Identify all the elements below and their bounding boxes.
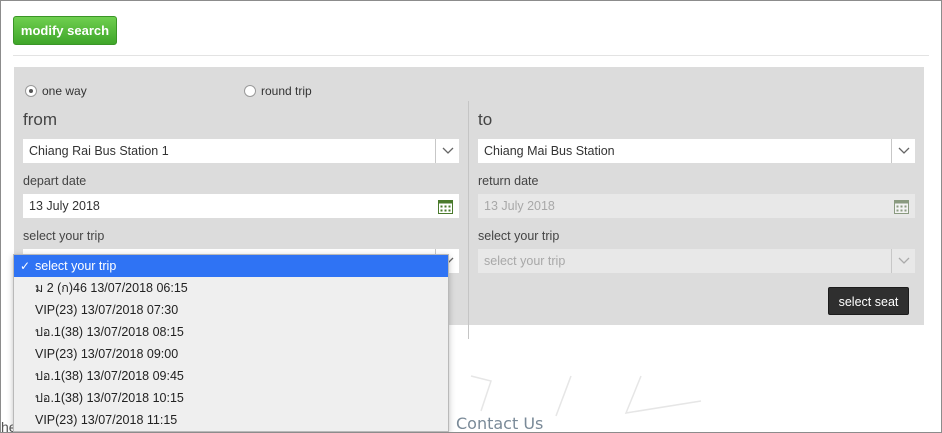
page-frame: modify search one way round trip from Ch… <box>0 0 942 433</box>
return-date-input[interactable]: 13 July 2018 <box>478 194 915 218</box>
radio-unchecked-icon[interactable] <box>244 85 256 97</box>
dropdown-option[interactable]: ปอ.1(38) 13/07/2018 10:15 <box>14 387 448 409</box>
column-divider <box>468 101 469 339</box>
option-label: VIP(23) 13/07/2018 11:15 <box>35 413 178 427</box>
dropdown-option[interactable]: ปอ.1(38) 13/07/2018 08:15 <box>14 321 448 343</box>
depart-date-value: 13 July 2018 <box>29 199 100 213</box>
from-trip-label: select your trip <box>23 229 105 243</box>
option-label: VIP(23) 13/07/2018 09:00 <box>35 347 179 361</box>
dropdown-option[interactable]: ✓ select your trip <box>14 255 448 277</box>
depart-date-input[interactable]: 13 July 2018 <box>23 194 459 218</box>
option-label: ม 2 (ก)46 13/07/2018 06:15 <box>35 281 188 295</box>
modify-search-button[interactable]: modify search <box>13 16 117 45</box>
chevron-down-icon[interactable] <box>891 249 915 273</box>
return-date-value: 13 July 2018 <box>484 199 555 213</box>
check-icon: ✓ <box>20 259 31 273</box>
from-title: from <box>23 110 57 129</box>
divider <box>13 55 929 56</box>
option-label: ปอ.1(38) 13/07/2018 09:45 <box>35 369 184 383</box>
calendar-icon[interactable] <box>894 198 909 214</box>
to-trip-placeholder: select your trip <box>484 254 566 268</box>
dropdown-option[interactable]: VIP(23) 13/07/2018 11:15 <box>14 409 448 431</box>
to-station-value: Chiang Mai Bus Station <box>484 144 615 158</box>
dropdown-option[interactable]: VIP(23) 13/07/2018 07:30 <box>14 299 448 321</box>
dropdown-option[interactable]: VIP(23) 13/07/2018 09:00 <box>14 343 448 365</box>
chevron-down-icon[interactable] <box>891 139 915 163</box>
to-trip-label: select your trip <box>478 229 560 243</box>
round-trip-label: round trip <box>261 84 312 98</box>
one-way-radio[interactable]: one way <box>25 84 87 98</box>
to-station-select[interactable]: Chiang Mai Bus Station <box>478 139 915 163</box>
calendar-icon[interactable] <box>438 198 453 214</box>
radio-checked-icon[interactable] <box>25 85 37 97</box>
contact-us-link[interactable]: Contact Us <box>456 414 543 432</box>
from-station-select[interactable]: Chiang Rai Bus Station 1 <box>23 139 459 163</box>
chevron-down-icon[interactable] <box>435 139 459 163</box>
option-label: select your trip <box>35 259 117 273</box>
trip-dropdown-list[interactable]: ✓ select your trip ม 2 (ก)46 13/07/2018 … <box>13 254 449 432</box>
select-seat-button[interactable]: select seat <box>828 287 909 315</box>
from-station-value: Chiang Rai Bus Station 1 <box>29 144 169 158</box>
option-label: ปอ.1(38) 13/07/2018 10:15 <box>35 391 184 405</box>
to-trip-select[interactable]: select your trip <box>478 249 915 273</box>
return-date-label: return date <box>478 174 539 188</box>
depart-date-label: depart date <box>23 174 87 188</box>
to-title: to <box>478 110 493 129</box>
round-trip-radio[interactable]: round trip <box>244 84 312 98</box>
option-label: VIP(23) 13/07/2018 07:30 <box>35 303 179 317</box>
dropdown-option[interactable]: ปอ.1(38) 13/07/2018 09:45 <box>14 365 448 387</box>
one-way-label: one way <box>42 84 87 98</box>
option-label: ปอ.1(38) 13/07/2018 08:15 <box>35 325 184 339</box>
dropdown-option[interactable]: ม 2 (ก)46 13/07/2018 06:15 <box>14 277 448 299</box>
